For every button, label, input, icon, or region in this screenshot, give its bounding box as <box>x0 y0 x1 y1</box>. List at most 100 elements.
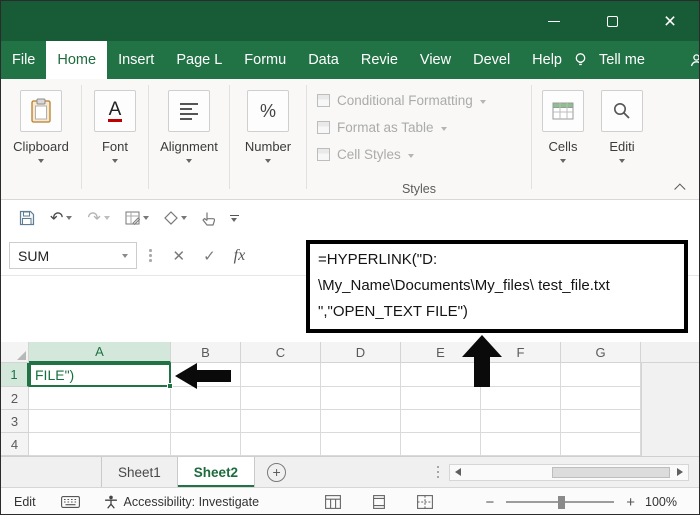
minimize-icon <box>548 21 560 22</box>
fill-handle[interactable] <box>167 383 173 389</box>
number-group-button[interactable]: % Number <box>230 79 306 199</box>
normal-view-button[interactable] <box>325 495 341 509</box>
undo-button[interactable]: ↶ <box>44 206 78 230</box>
alignment-group-button[interactable]: Alignment <box>149 79 229 199</box>
enter-button[interactable]: ✓ <box>194 247 225 265</box>
scroll-left-icon[interactable] <box>455 468 461 476</box>
zoom-out-button[interactable]: − <box>479 494 500 511</box>
redo-icon: ↷ <box>87 208 100 228</box>
page-layout-view-button[interactable] <box>371 495 387 509</box>
chevron-down-icon <box>38 159 44 163</box>
close-button[interactable]: × <box>641 1 699 41</box>
conditional-formatting-button[interactable]: Conditional Formatting <box>317 87 525 114</box>
excel-window: × File Home Insert Page L Formu Data Rev… <box>0 0 700 515</box>
name-box[interactable]: SUM <box>9 242 137 269</box>
zoom-slider-thumb[interactable] <box>558 496 565 509</box>
clipboard-group-button[interactable]: Clipboard <box>1 79 81 199</box>
column-header-a[interactable]: A <box>29 342 171 363</box>
tab-insert[interactable]: Insert <box>107 41 165 79</box>
chevron-down-icon <box>265 159 271 163</box>
accessibility-status-button[interactable]: Accessibility: Investigate <box>92 495 271 509</box>
keyboard-button[interactable] <box>49 496 92 508</box>
page-break-preview-button[interactable] <box>417 495 433 509</box>
group-label: Editi <box>609 139 634 154</box>
sheet-tab-sheet2[interactable]: Sheet2 <box>178 457 255 487</box>
cell-styles-button[interactable]: Cell Styles <box>317 141 525 168</box>
tab-formulas[interactable]: Formu <box>233 41 297 79</box>
tab-view[interactable]: View <box>409 41 462 79</box>
scroll-right-icon[interactable] <box>677 468 683 476</box>
new-sheet-button[interactable]: + <box>267 463 286 482</box>
format-as-table-button[interactable]: Format as Table <box>317 114 525 141</box>
row-header-3[interactable]: 3 <box>1 410 29 433</box>
chevron-down-icon <box>186 159 192 163</box>
tab-page-layout[interactable]: Page L <box>165 41 233 79</box>
tab-help[interactable]: Help <box>521 41 573 79</box>
tab-data[interactable]: Data <box>297 41 350 79</box>
page-break-preview-icon <box>417 495 433 509</box>
outside-used-range <box>641 363 699 456</box>
table-edit-button[interactable] <box>119 209 155 227</box>
column-header-d[interactable]: D <box>321 342 401 363</box>
chevron-up-icon <box>674 183 685 194</box>
percent-icon: % <box>260 101 276 122</box>
chevron-down-icon <box>480 100 486 104</box>
tell-me-button[interactable]: Tell me <box>595 52 649 68</box>
ribbon-tab-bar: File Home Insert Page L Formu Data Revie… <box>1 41 699 79</box>
row-header-4[interactable]: 4 <box>1 433 29 456</box>
tab-developer[interactable]: Devel <box>462 41 521 79</box>
column-header-filler <box>641 342 699 363</box>
undo-icon: ↶ <box>50 208 63 228</box>
font-group-button[interactable]: A Font <box>82 79 148 199</box>
column-header-b[interactable]: B <box>171 342 241 363</box>
zoom-slider[interactable] <box>506 501 614 503</box>
zoom-in-button[interactable]: + <box>620 494 641 511</box>
clipboard-icon <box>20 90 62 132</box>
row-header-1[interactable]: 1 <box>1 363 29 387</box>
collapse-ribbon-button[interactable] <box>678 183 687 192</box>
magnifier-icon <box>601 90 643 132</box>
customize-quick-access-button[interactable] <box>224 213 245 224</box>
select-all-button[interactable] <box>1 342 29 363</box>
scrollbar-thumb[interactable] <box>552 467 670 478</box>
horizontal-scrollbar[interactable] <box>449 464 689 481</box>
left-arrow-annotation <box>175 363 231 389</box>
button-label: Format as Table <box>337 120 434 135</box>
gridline <box>29 432 699 433</box>
maximize-button[interactable] <box>583 1 641 41</box>
window-controls: × <box>525 1 699 41</box>
touch-mode-button[interactable] <box>196 209 221 228</box>
accessibility-icon <box>104 495 118 509</box>
button-label: Conditional Formatting <box>337 93 473 108</box>
touch-mode-icon <box>202 211 215 226</box>
minimize-button[interactable] <box>525 1 583 41</box>
formula-callout-box: =HYPERLINK("D: \My_Name\Documents\My_fil… <box>306 240 688 333</box>
column-header-g[interactable]: G <box>561 342 641 363</box>
formula-line: ","OPEN_TEXT FILE") <box>318 299 676 325</box>
tab-file[interactable]: File <box>1 41 46 79</box>
scrollbar-track[interactable] <box>466 465 672 480</box>
save-button[interactable] <box>13 208 41 228</box>
cells-group-button[interactable]: Cells <box>532 79 594 199</box>
chevron-down-icon <box>560 159 566 163</box>
sheet-tab-sheet1[interactable]: Sheet1 <box>101 457 178 487</box>
zoom-level-button[interactable]: 100% <box>641 495 687 509</box>
column-header-c[interactable]: C <box>241 342 321 363</box>
tab-review[interactable]: Revie <box>350 41 409 79</box>
tab-home[interactable]: Home <box>46 41 107 79</box>
insert-function-button[interactable]: fx <box>225 247 255 265</box>
cell-area[interactable]: FILE") <box>29 363 699 456</box>
scrollbar-split-handle[interactable] <box>437 466 440 479</box>
shape-button[interactable] <box>158 209 193 227</box>
redo-button[interactable]: ↷ <box>81 206 115 230</box>
active-cell-a1[interactable]: FILE") <box>29 363 171 387</box>
row-header-2[interactable]: 2 <box>1 387 29 410</box>
chevron-down-icon <box>104 216 110 220</box>
chevron-down-icon <box>408 154 414 158</box>
styles-group-label: Styles <box>307 182 531 196</box>
drag-handle-icon[interactable] <box>149 249 152 262</box>
accessibility-status-label: Accessibility: Investigate <box>124 495 259 509</box>
up-arrow-annotation <box>462 335 502 387</box>
editing-group-button[interactable]: Editi <box>594 79 650 199</box>
cancel-button[interactable]: ✕ <box>164 247 195 265</box>
